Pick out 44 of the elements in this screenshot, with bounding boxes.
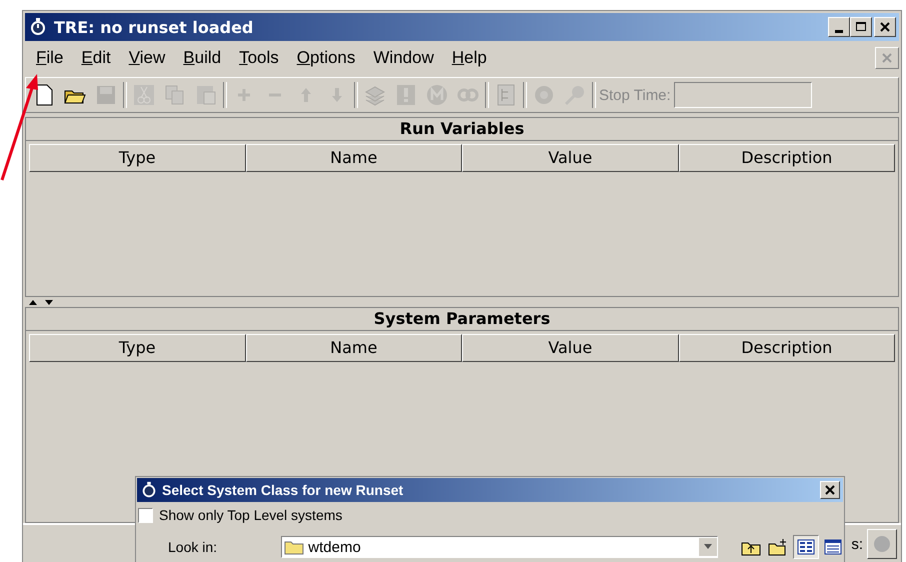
folder-icon [284,539,304,555]
maximize-button[interactable] [850,17,872,37]
close-icon [880,51,894,65]
list-view-icon[interactable] [793,535,819,559]
menu-item[interactable]: Options [290,48,362,68]
stop-time-field[interactable] [674,82,812,108]
close-icon [879,21,891,33]
panel-title: System Parameters [26,308,898,331]
column-header[interactable]: Value [462,334,678,362]
column-header[interactable]: Type [29,334,246,362]
look-in-dropdown[interactable]: wtdemo [281,536,718,558]
close-button[interactable] [820,481,840,499]
dialog-title: Select System Class for new Runset [162,482,404,498]
menu-item[interactable]: Window [366,48,441,68]
close-button[interactable] [874,17,896,37]
status-button[interactable] [867,529,897,559]
maximize-icon [855,21,867,33]
menu-item[interactable]: Build [176,48,228,68]
stop-time-label: Stop Time: [599,86,671,104]
look-in-label: Look in: [167,539,218,555]
minimize-icon [835,30,843,32]
column-header[interactable]: Description [678,334,895,362]
column-header[interactable]: Name [246,334,462,362]
splitter-arrows-icon[interactable] [27,298,55,306]
column-header[interactable]: Value [462,144,678,172]
column-header[interactable]: Name [246,144,462,172]
checkbox[interactable] [138,508,153,522]
column-header[interactable]: Type [29,144,246,172]
menu-item[interactable]: Tools [232,48,286,68]
menu-item[interactable]: View [122,48,172,68]
minimize-button[interactable] [828,17,850,37]
stopwatch-icon [140,481,158,499]
panel-title: Run Variables [26,118,898,141]
column-header[interactable]: Description [678,144,895,172]
status-label: s: [851,536,863,552]
dropdown-arrow-icon [703,544,714,550]
close-icon [824,484,836,496]
menu-item[interactable]: File [29,48,70,68]
menu-item[interactable]: Help [444,48,494,68]
checkbox-label: Show only Top Level systems [159,507,342,523]
menu-item[interactable]: Edit [74,48,118,68]
stopwatch-icon [28,17,48,37]
window-title: TRE: no runset loaded [54,18,254,36]
circle-icon [873,535,891,553]
